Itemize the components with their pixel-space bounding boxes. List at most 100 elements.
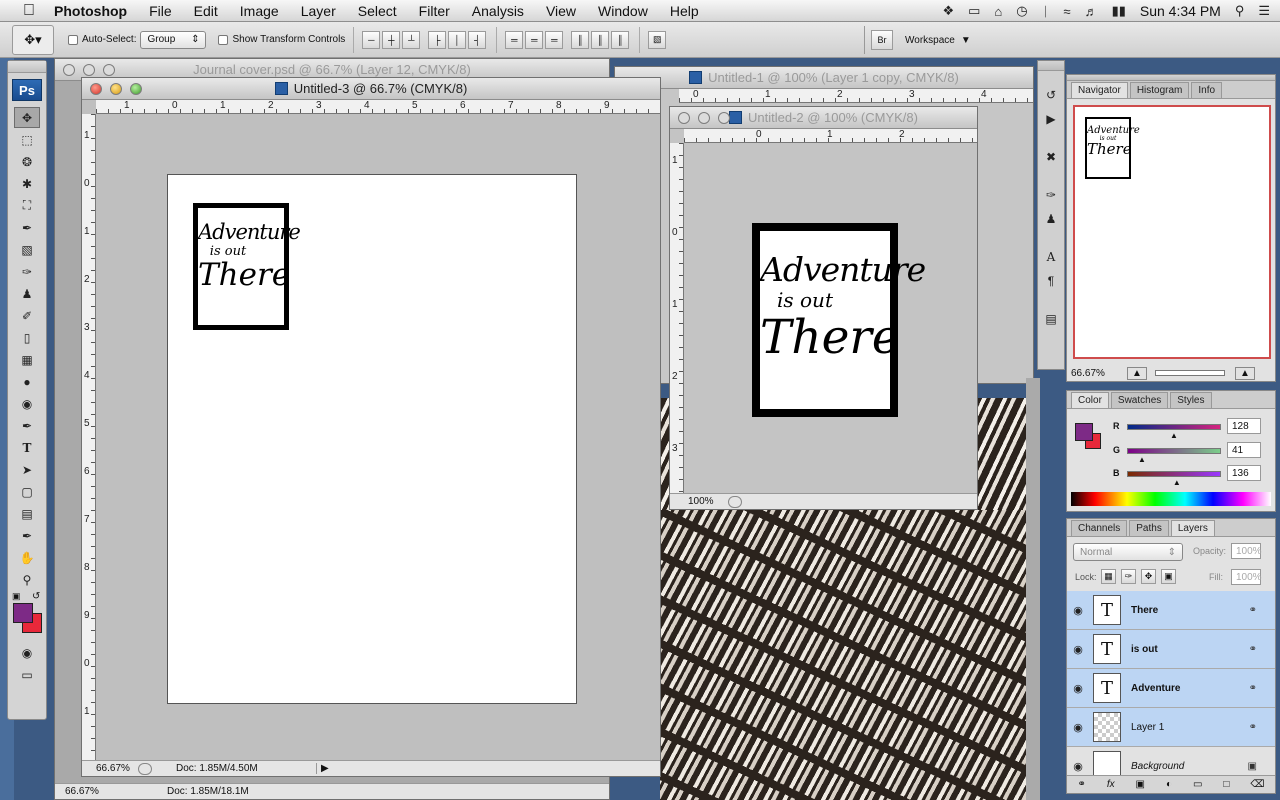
zoom-button[interactable] [130, 83, 142, 95]
visibility-eye-icon[interactable]: ◉ [1067, 682, 1089, 695]
color-sampler-tool-icon[interactable]: ✒ [14, 525, 40, 546]
adjustment-layer-icon[interactable]: ◐ [1166, 779, 1172, 790]
eyedropper-tool-icon[interactable]: ✒ [14, 217, 40, 238]
visibility-eye-icon[interactable]: ◉ [1067, 760, 1089, 773]
lock-position-icon[interactable]: ✥ [1141, 569, 1156, 584]
tab-navigator[interactable]: Navigator [1071, 82, 1128, 98]
scrollbar[interactable] [1026, 378, 1040, 800]
auto-align-layers-button[interactable]: ▧ [648, 30, 667, 49]
artwork-card[interactable]: Adventure is out There [752, 223, 926, 417]
brush-tool-icon[interactable]: ✑ [14, 261, 40, 282]
layer-name[interactable]: is out [1131, 644, 1249, 655]
align-left-edges-button[interactable]: ├ [428, 30, 447, 49]
link-icon[interactable]: ⚭ [1249, 722, 1257, 733]
distribute-top-button[interactable]: ═ [505, 30, 524, 49]
lasso-tool-icon[interactable]: ❂ [14, 151, 40, 172]
menu-analysis[interactable]: Analysis [472, 3, 524, 19]
r-value-field[interactable]: 128 [1227, 418, 1261, 434]
show-transform-checkbox[interactable] [218, 34, 229, 45]
link-icon[interactable]: ⚭ [1249, 605, 1257, 616]
minimize-button[interactable] [110, 83, 122, 95]
zoom-slider[interactable] [1155, 370, 1225, 376]
zoom-field[interactable]: 66.67% [82, 763, 138, 774]
blend-mode-dropdown[interactable]: Normal ⇕ [1073, 543, 1183, 561]
spotlight-icon[interactable]: ⚲ [1235, 3, 1245, 19]
default-colors-icon[interactable]: ▣ [12, 591, 21, 602]
airplay-icon[interactable]: ▭ [968, 3, 980, 19]
distribute-left-button[interactable]: ║ [571, 30, 590, 49]
trash-icon[interactable]: ⌫ [1250, 779, 1264, 790]
navigator-zoom-value[interactable]: 66.67% [1067, 368, 1127, 379]
titlebar[interactable]: Untitled-3 @ 66.7% (CMYK/8) [82, 78, 660, 100]
menu-filter[interactable]: Filter [419, 3, 450, 19]
crop-tool-icon[interactable]: ⛶ [14, 195, 40, 216]
home-icon[interactable]: ⌂ [994, 4, 1002, 19]
status-menu-icon[interactable] [728, 495, 742, 508]
bluetooth-icon[interactable]: ᛁ [1042, 4, 1050, 19]
align-top-edges-button[interactable]: ─ [362, 30, 381, 49]
lock-all-icon[interactable]: ▣ [1161, 569, 1176, 584]
notification-list-icon[interactable]: ☰ [1258, 3, 1270, 19]
align-right-edges-button[interactable]: ┤ [468, 30, 487, 49]
foreground-color-swatch[interactable] [13, 603, 33, 623]
menu-help[interactable]: Help [670, 3, 699, 19]
gradient-tool-icon[interactable]: ▦ [14, 349, 40, 370]
wifi-icon[interactable]: ≈ [1063, 4, 1070, 19]
menu-file[interactable]: File [149, 3, 172, 19]
healing-brush-tool-icon[interactable]: ▧ [14, 239, 40, 260]
swap-colors-icon[interactable]: ↺ [32, 591, 40, 602]
menu-window[interactable]: Window [598, 3, 648, 19]
b-slider[interactable] [1127, 471, 1221, 477]
zoom-field[interactable]: 100% [670, 496, 728, 507]
notes-tool-icon[interactable]: ▤ [14, 503, 40, 524]
layer-name[interactable]: Background [1131, 761, 1248, 772]
menu-layer[interactable]: Layer [301, 3, 336, 19]
zoom-field[interactable]: 66.67% [55, 786, 111, 797]
g-slider[interactable] [1127, 448, 1221, 454]
canvas[interactable]: Adventure is out There [167, 174, 577, 704]
link-icon[interactable]: ⚭ [1249, 644, 1257, 655]
type-tool-icon[interactable]: T [14, 437, 40, 458]
visibility-eye-icon[interactable]: ◉ [1067, 604, 1089, 617]
r-slider-handle-icon[interactable]: ▲ [1170, 431, 1178, 440]
volume-icon[interactable]: ♬ [1085, 4, 1098, 19]
quick-mask-icon[interactable]: ◉ [14, 642, 40, 663]
zoom-in-icon[interactable]: ▲ [1235, 366, 1255, 380]
tab-histogram[interactable]: Histogram [1129, 82, 1190, 98]
g-slider-handle-icon[interactable]: ▲ [1138, 455, 1146, 464]
tab-paths[interactable]: Paths [1129, 520, 1169, 536]
panel-grip[interactable] [1038, 61, 1064, 71]
close-button[interactable] [678, 112, 690, 124]
history-brush-tool-icon[interactable]: ✐ [14, 305, 40, 326]
distribute-hcenter-button[interactable]: ║ [591, 30, 610, 49]
actions-panel-icon[interactable]: ▶ [1041, 109, 1061, 129]
minimize-button[interactable] [698, 112, 710, 124]
link-icon[interactable]: ⚭ [1249, 683, 1257, 694]
titlebar[interactable]: Untitled-1 @ 100% (Layer 1 copy, CMYK/8) [615, 67, 1033, 89]
zoom-button[interactable] [103, 64, 115, 76]
paragraph-panel-icon[interactable]: ¶ [1041, 271, 1061, 291]
tab-styles[interactable]: Styles [1170, 392, 1212, 408]
align-horizontal-centers-button[interactable]: │ [448, 30, 467, 49]
visibility-eye-icon[interactable]: ◉ [1067, 721, 1089, 734]
tab-channels[interactable]: Channels [1071, 520, 1128, 536]
menu-select[interactable]: Select [358, 3, 397, 19]
magic-wand-tool-icon[interactable]: ✱ [14, 173, 40, 194]
tab-info[interactable]: Info [1191, 82, 1223, 98]
layer-name[interactable]: Layer 1 [1131, 722, 1249, 733]
layer-name[interactable]: Adventure [1131, 683, 1249, 694]
align-vertical-centers-button[interactable]: ┼ [382, 30, 401, 49]
titlebar[interactable]: Untitled-2 @ 100% (CMYK/8) [670, 107, 977, 129]
layer-row[interactable]: ◉ Layer 1 ⚭ [1067, 708, 1275, 747]
history-panel-icon[interactable]: ↺ [1041, 85, 1061, 105]
apple-menu-icon[interactable]:  [18, 2, 40, 20]
distribute-bottom-button[interactable]: ═ [545, 30, 564, 49]
layer-row[interactable]: ◉ T There ⚭ [1067, 591, 1275, 630]
layer-row[interactable]: ◉ T is out ⚭ [1067, 630, 1275, 669]
foreground-color-swatch[interactable] [1075, 423, 1093, 441]
time-machine-icon[interactable]: ◷ [1016, 3, 1027, 19]
app-menu[interactable]: Photoshop [54, 3, 127, 19]
align-bottom-edges-button[interactable]: ┴ [402, 30, 421, 49]
status-menu-icon[interactable] [138, 762, 152, 775]
menu-edit[interactable]: Edit [194, 3, 218, 19]
